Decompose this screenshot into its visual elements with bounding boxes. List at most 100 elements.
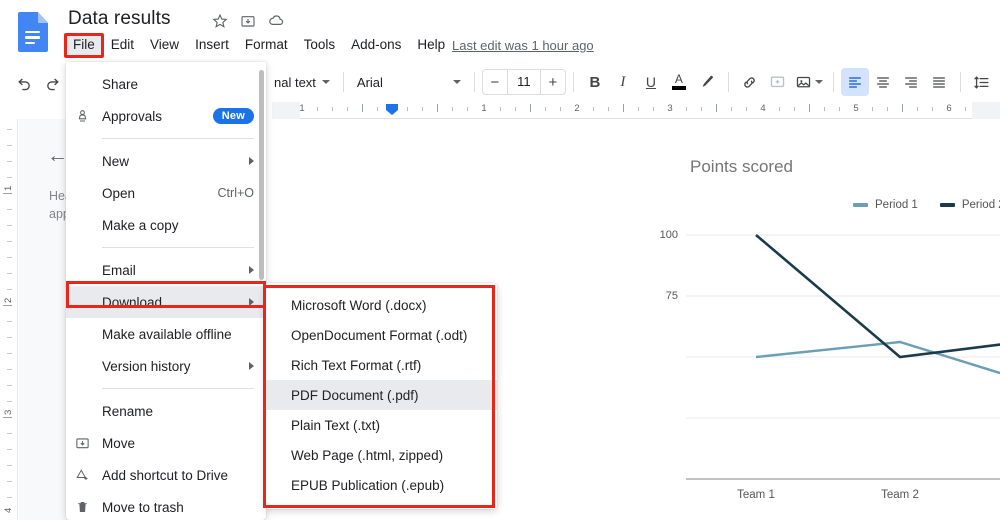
ruler-number: 3	[667, 103, 672, 114]
align-center-icon[interactable]	[869, 68, 897, 96]
google-docs-window: Data results File Edit View Insert Forma…	[0, 0, 1000, 520]
ruler-left-margin[interactable]	[272, 102, 300, 119]
download-option-docx[interactable]: Microsoft Word (.docx)	[265, 290, 497, 320]
ruler-number: 2	[574, 103, 579, 114]
toolbar-divider	[960, 72, 961, 92]
align-justify-icon[interactable]	[925, 68, 953, 96]
menu-addons[interactable]: Add-ons	[344, 34, 408, 55]
cloud-status-icon[interactable]	[268, 12, 285, 29]
menu-item-new[interactable]: New	[66, 145, 266, 177]
menu-item-label: Move to trash	[102, 500, 184, 515]
move-to-folder-icon[interactable]	[240, 13, 256, 29]
align-right-icon[interactable]	[897, 68, 925, 96]
points-scored-chart[interactable]: Points scored Period 1 Period 2 100 75	[608, 139, 1000, 499]
menu-item-download[interactable]: Download	[66, 286, 266, 318]
download-option-rtf[interactable]: Rich Text Format (.rtf)	[265, 350, 497, 380]
menu-item-add-shortcut-to-drive[interactable]: Add shortcut to Drive	[66, 459, 266, 491]
text-color-swatch	[672, 86, 686, 90]
menu-item-share[interactable]: Share	[66, 68, 266, 100]
menu-item-label: Add shortcut to Drive	[102, 468, 228, 483]
paragraph-style-label: nal text	[274, 75, 316, 90]
menu-item-label: New	[102, 154, 129, 169]
menu-edit[interactable]: Edit	[104, 34, 141, 55]
menu-item-email[interactable]: Email	[66, 254, 266, 286]
menu-item-make-available-offline[interactable]: Make available offline	[66, 318, 266, 350]
approvals-stamp-icon	[75, 109, 90, 124]
align-left-icon[interactable]	[841, 68, 869, 96]
toolbar-divider	[573, 72, 574, 92]
toolbar-divider	[474, 72, 475, 92]
text-color-button[interactable]: A	[665, 68, 693, 96]
toolbar-divider	[728, 72, 729, 92]
menu-view[interactable]: View	[143, 34, 186, 55]
ruler-right-margin[interactable]	[972, 102, 1000, 119]
increase-font-size-button[interactable]: +	[541, 74, 565, 91]
paragraph-style-dropdown[interactable]: nal text	[268, 68, 336, 96]
menu-tools[interactable]: Tools	[297, 34, 343, 55]
font-family-label: Arial	[357, 75, 383, 90]
menu-item-move[interactable]: Move	[66, 427, 266, 459]
undo-icon[interactable]	[10, 68, 38, 96]
menu-insert[interactable]: Insert	[188, 34, 236, 55]
italic-button[interactable]: I	[609, 68, 637, 96]
menu-item-shortcut: Ctrl+O	[218, 186, 254, 200]
chevron-down-icon	[815, 80, 823, 84]
menu-item-rename[interactable]: Rename	[66, 395, 266, 427]
bold-button[interactable]: B	[581, 68, 609, 96]
menu-help[interactable]: Help	[410, 34, 452, 55]
menu-bar: File Edit View Insert Format Tools Add-o…	[66, 34, 452, 55]
arrow-left-icon[interactable]: ←	[47, 144, 68, 168]
ruler-number: 4	[760, 103, 765, 114]
last-edit-link[interactable]: Last edit was 1 hour ago	[452, 38, 594, 53]
menu-item-label: Share	[102, 77, 138, 92]
font-size-input[interactable]: 11	[507, 70, 541, 94]
menu-file[interactable]: File	[66, 34, 102, 55]
menu-divider	[102, 138, 254, 139]
underline-button[interactable]: U	[637, 68, 665, 96]
add-comment-icon[interactable]	[764, 68, 792, 96]
first-line-indent-marker[interactable]	[386, 104, 398, 115]
vruler-number: 1	[3, 186, 14, 191]
chart-plot	[608, 139, 1000, 499]
download-option-pdf[interactable]: PDF Document (.pdf)	[265, 380, 497, 410]
font-family-dropdown[interactable]: Arial	[351, 68, 467, 96]
menu-item-label: Version history	[102, 359, 191, 374]
menu-item-label: Approvals	[102, 109, 162, 124]
toolbar-divider	[833, 72, 834, 92]
highlight-pen-icon[interactable]	[693, 68, 721, 96]
menu-item-label: Make available offline	[102, 327, 232, 342]
chevron-right-icon	[249, 266, 254, 274]
ruler-number: 1	[481, 103, 486, 114]
download-option-txt[interactable]: Plain Text (.txt)	[265, 410, 497, 440]
menu-item-label: Open	[102, 186, 135, 201]
menu-item-approvals[interactable]: Approvals New	[66, 100, 266, 132]
menu-item-version-history[interactable]: Version history	[66, 350, 266, 382]
download-option-odt[interactable]: OpenDocument Format (.odt)	[265, 320, 497, 350]
google-docs-icon[interactable]	[18, 12, 48, 52]
menu-item-make-a-copy[interactable]: Make a copy	[66, 209, 266, 241]
ruler-number: 1	[299, 103, 304, 114]
toolbar-divider	[343, 72, 344, 92]
menu-item-label: Move	[102, 436, 135, 451]
chevron-right-icon	[249, 362, 254, 370]
star-icon[interactable]	[212, 13, 228, 29]
insert-link-icon[interactable]	[736, 68, 764, 96]
file-menu-dropdown[interactable]: Share Approvals New New Open Ctrl+O Make…	[66, 62, 266, 520]
menu-item-label: Download	[102, 295, 162, 310]
document-title[interactable]: Data results	[68, 8, 171, 30]
horizontal-ruler[interactable]: 1 1 2 3 4 5 6	[272, 102, 1000, 119]
text-color-label: A	[675, 74, 683, 85]
download-option-html[interactable]: Web Page (.html, zipped)	[265, 440, 497, 470]
line-spacing-icon[interactable]	[968, 68, 996, 96]
decrease-font-size-button[interactable]: −	[483, 74, 507, 91]
insert-image-icon[interactable]	[792, 68, 826, 96]
font-size-stepper: − 11 +	[482, 69, 566, 95]
menu-scrollbar[interactable]	[259, 70, 264, 280]
menu-format[interactable]: Format	[238, 34, 295, 55]
menu-item-open[interactable]: Open Ctrl+O	[66, 177, 266, 209]
download-submenu[interactable]: Microsoft Word (.docx) OpenDocument Form…	[265, 283, 497, 509]
redo-icon[interactable]	[38, 68, 66, 96]
menu-item-move-to-trash[interactable]: Move to trash	[66, 491, 266, 520]
download-option-epub[interactable]: EPUB Publication (.epub)	[265, 470, 497, 500]
trash-icon	[75, 500, 90, 515]
